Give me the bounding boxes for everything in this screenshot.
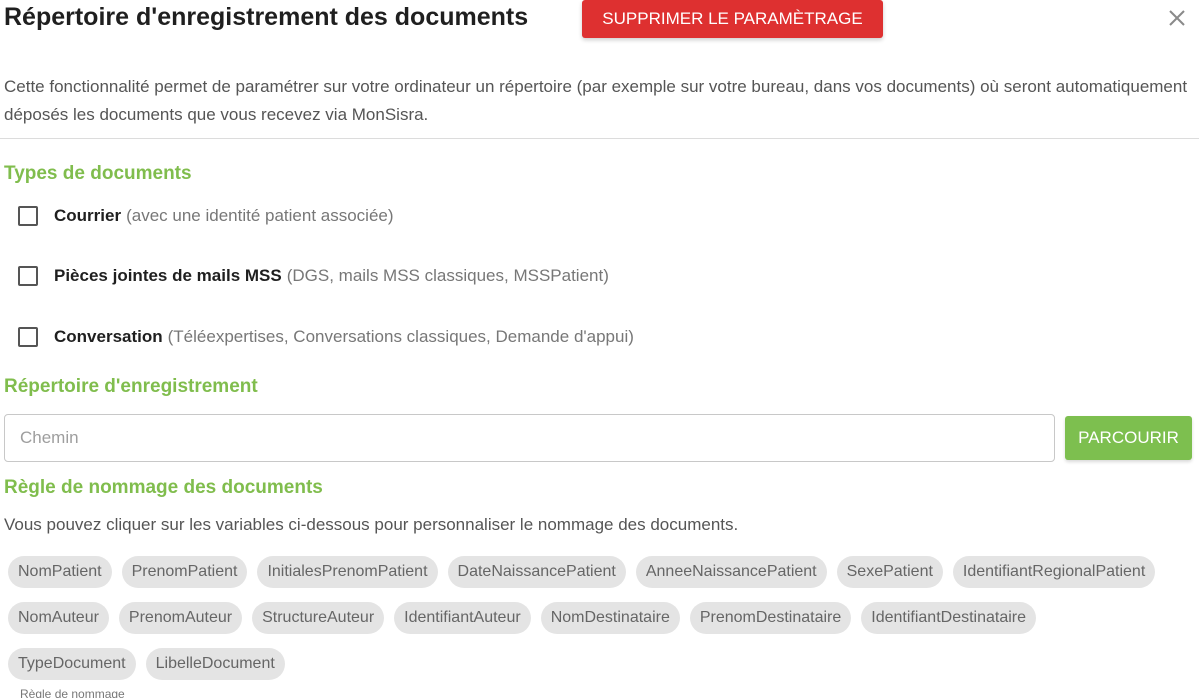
intro-text: Cette fonctionnalité permet de paramétre… — [4, 77, 1188, 124]
close-icon[interactable] — [1167, 8, 1187, 28]
variable-chip-sexe-patient[interactable]: SexePatient — [836, 556, 943, 588]
variable-chip-identifiant-regional-patient[interactable]: IdentifiantRegionalPatient — [952, 556, 1156, 588]
path-input[interactable] — [4, 414, 1055, 462]
divider — [0, 138, 1199, 139]
variable-chip-nom-destinataire[interactable]: NomDestinataire — [540, 602, 680, 634]
dialog-header: Répertoire d'enregistrement des document… — [0, 0, 1199, 40]
variable-chip-initiales-prenom-patient[interactable]: InitialesPrenomPatient — [257, 556, 438, 588]
checkbox-row-conversation[interactable]: Conversation (Téléexpertises, Conversati… — [18, 325, 634, 349]
variable-chip-nom-patient[interactable]: NomPatient — [8, 556, 112, 588]
checkbox-row-courrier[interactable]: Courrier (avec une identité patient asso… — [18, 204, 394, 228]
variable-chip-row: NomAuteur PrenomAuteur StructureAuteur I… — [8, 602, 1037, 634]
checkbox-label: Courrier — [54, 206, 122, 225]
variable-chip-annee-naissance-patient[interactable]: AnneeNaissancePatient — [635, 556, 827, 588]
dialog-title: Répertoire d'enregistrement des document… — [4, 3, 529, 31]
delete-settings-button[interactable]: Supprimer le paramètrage — [582, 0, 883, 38]
variable-chip-row: NomPatient PrenomPatient InitialesPrenom… — [8, 556, 1156, 588]
variable-chip-date-naissance-patient[interactable]: DateNaissancePatient — [447, 556, 626, 588]
variable-chip-nom-auteur[interactable]: NomAuteur — [8, 602, 109, 634]
variable-chip-structure-auteur[interactable]: StructureAuteur — [252, 602, 385, 634]
checkbox-row-mss-attachments[interactable]: Pièces jointes de mails MSS (DGS, mails … — [18, 264, 609, 288]
naming-rule-description: Vous pouvez cliquer sur les variables ci… — [4, 515, 739, 534]
checkbox-hint: (avec une identité patient associée) — [126, 206, 394, 225]
variable-chip-type-document[interactable]: TypeDocument — [8, 648, 136, 680]
checkbox-hint: (Téléexpertises, Conversations classique… — [167, 327, 634, 346]
naming-rule-title: Règle de nommage des documents — [4, 477, 323, 498]
variable-chip-row: TypeDocument LibelleDocument — [8, 648, 285, 680]
checkbox-hint: (DGS, mails MSS classiques, MSSPatient) — [286, 266, 609, 285]
checkbox-conversation[interactable] — [18, 327, 38, 347]
document-types-title: Types de documents — [4, 163, 192, 184]
variable-chip-libelle-document[interactable]: LibelleDocument — [145, 648, 285, 680]
checkbox-label: Conversation — [54, 327, 163, 346]
checkbox-mss-attachments[interactable] — [18, 266, 38, 286]
variable-chip-identifiant-auteur[interactable]: IdentifiantAuteur — [394, 602, 531, 634]
naming-rule-field-label: Règle de nommage — [20, 687, 125, 698]
variable-chip-identifiant-destinataire[interactable]: IdentifiantDestinataire — [861, 602, 1037, 634]
variable-chip-prenom-destinataire[interactable]: PrenomDestinataire — [689, 602, 852, 634]
checkbox-label: Pièces jointes de mails MSS — [54, 266, 282, 285]
browse-button[interactable]: Parcourir — [1065, 416, 1192, 460]
checkbox-courrier[interactable] — [18, 206, 38, 226]
variable-chip-prenom-auteur[interactable]: PrenomAuteur — [118, 602, 243, 634]
directory-title: Répertoire d'enregistrement — [4, 376, 258, 397]
variable-chip-prenom-patient[interactable]: PrenomPatient — [121, 556, 248, 588]
